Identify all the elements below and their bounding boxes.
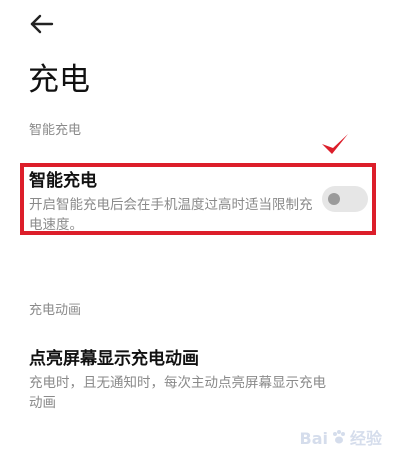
watermark-text-right: 经验 xyxy=(349,428,382,448)
arrow-left-icon xyxy=(30,14,54,34)
red-checkmark-icon xyxy=(322,134,348,154)
section-label-smart-charging: 智能充电 xyxy=(29,123,82,138)
back-button[interactable] xyxy=(28,10,56,38)
setting-charging-animation[interactable]: 点亮屏幕显示充电动画 充电时，且无通知时，每次主动点亮屏幕显示充电动画 xyxy=(29,348,329,413)
page-title: 充电 xyxy=(28,62,90,98)
setting-title: 点亮屏幕显示充电动画 xyxy=(29,349,199,369)
watermark-text-left: Bai xyxy=(299,428,328,448)
watermark: Bai 经验 xyxy=(300,425,383,450)
paw-icon xyxy=(331,429,347,449)
highlight-box xyxy=(20,163,376,235)
setting-description: 充电时，且无通知时，每次主动点亮屏幕显示充电动画 xyxy=(29,375,326,411)
section-label-charging-animation: 充电动画 xyxy=(29,303,82,318)
